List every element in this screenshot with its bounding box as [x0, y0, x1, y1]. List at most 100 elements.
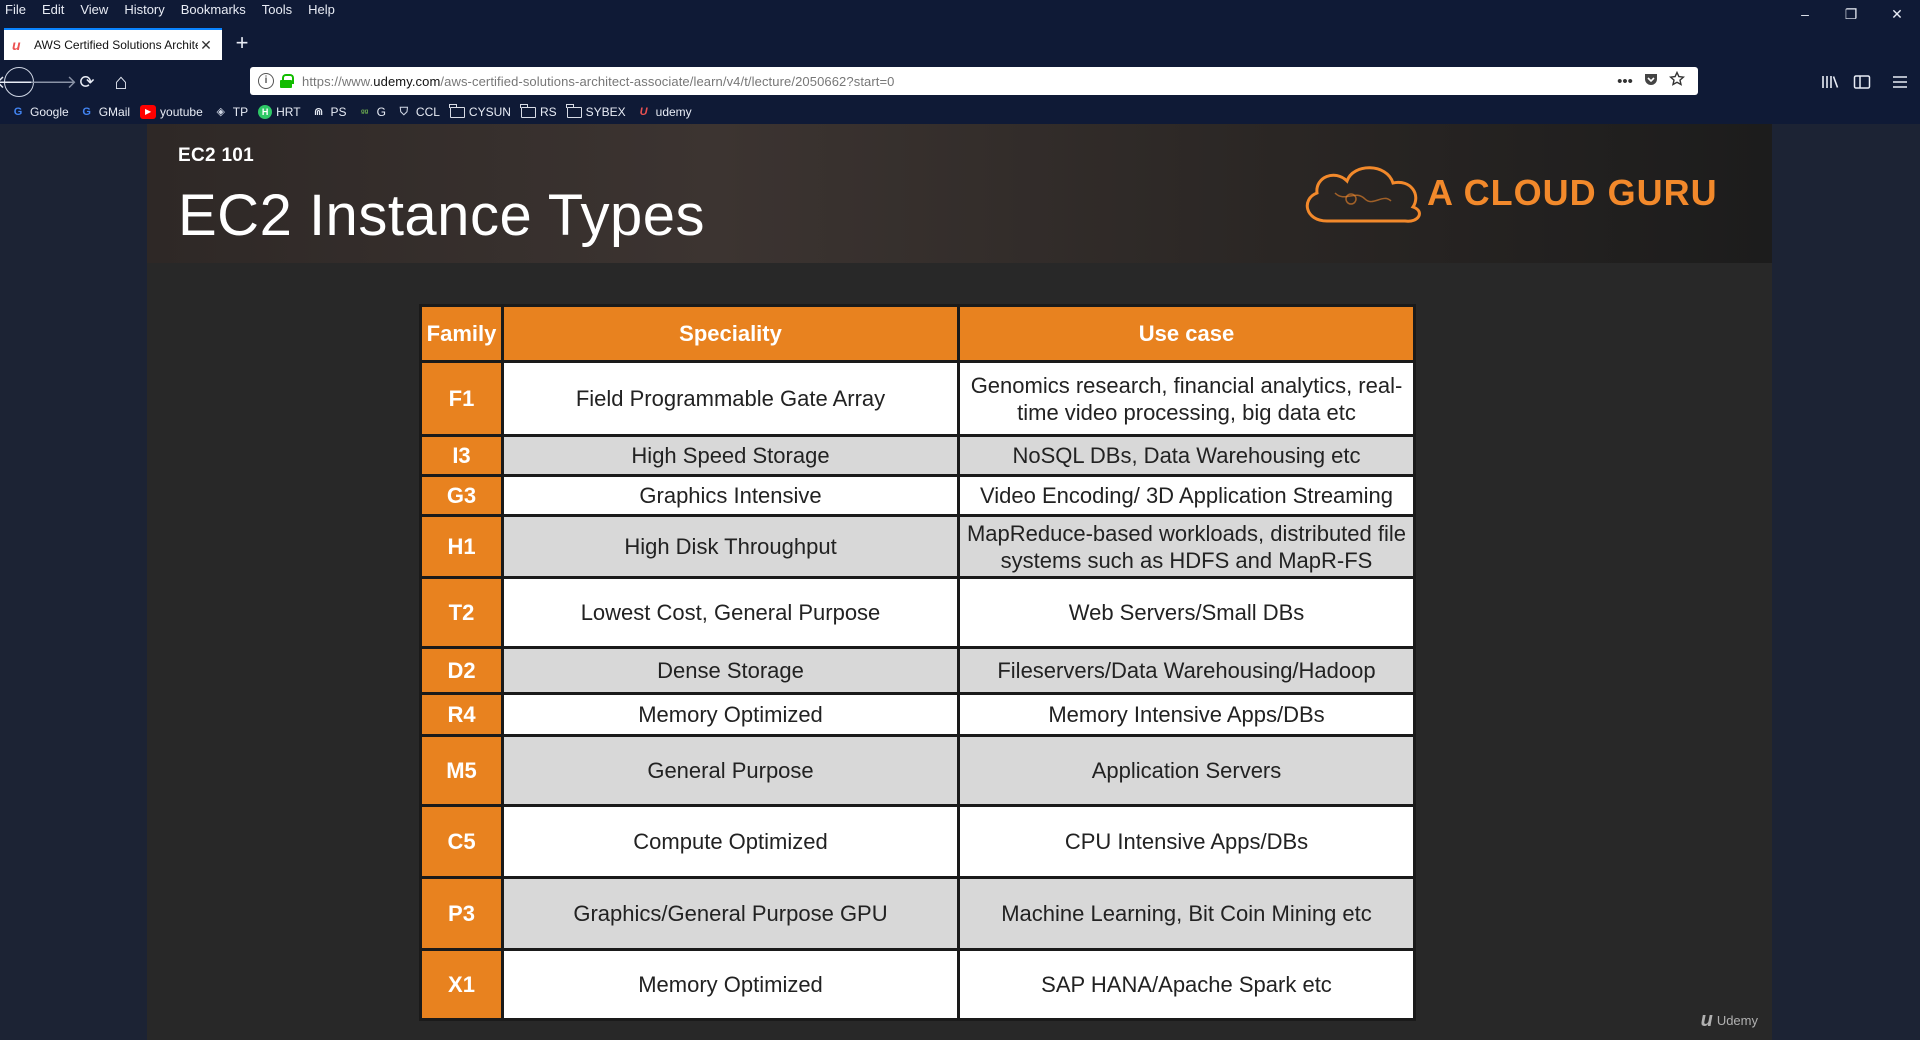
bookmark-star-icon[interactable] [1664, 70, 1690, 91]
url-prefix: https://www. [302, 73, 374, 89]
bookmark-ccl[interactable]: ⛉ CCL [396, 105, 440, 119]
speciality-cell: High Disk Throughput [501, 514, 960, 579]
family-cell: X1 [419, 948, 504, 1021]
folder-icon [449, 103, 465, 118]
google-icon: G [82, 106, 91, 118]
table-row: H1 High Disk Throughput MapReduce-based … [419, 514, 1416, 579]
bookmark-label: TP [232, 105, 249, 119]
use-case-cell: NoSQL DBs, Data Warehousing etc [957, 434, 1416, 477]
bookmark-folder-cysun[interactable]: CYSUN [449, 103, 511, 119]
speciality-cell: Field Programmable Gate Array [501, 360, 960, 437]
table-row: R4 Memory Optimized Memory Intensive App… [419, 692, 1416, 737]
hamburger-menu-icon[interactable] [1884, 67, 1916, 97]
bookmark-google[interactable]: G Google [10, 105, 69, 119]
table-row: I3 High Speed Storage NoSQL DBs, Data Wa… [419, 434, 1416, 477]
ps-icon: ⋒ [313, 106, 324, 118]
menu-history[interactable]: History [116, 0, 172, 20]
speciality-cell: Dense Storage [501, 646, 960, 695]
use-case-cell: Machine Learning, Bit Coin Mining etc [957, 876, 1416, 951]
browser-chrome: File Edit View History Bookmarks Tools H… [0, 0, 1920, 124]
lecture-video[interactable]: EC2 101 EC2 Instance Types A CLOUD GURU … [147, 124, 1772, 1040]
bookmark-label: GMail [98, 105, 131, 119]
column-header-use-case: Use case [957, 304, 1416, 363]
table-header-row: Family Speciality Use case [419, 304, 1416, 363]
reload-button[interactable]: ⟳ [72, 67, 102, 97]
new-tab-button[interactable]: + [228, 30, 256, 58]
menu-view[interactable]: View [72, 0, 116, 20]
bookmark-label: Google [30, 105, 69, 119]
speciality-cell: Graphics Intensive [501, 474, 960, 517]
forward-button[interactable]: 🡒 [29, 67, 77, 97]
navigation-bar: 🡐 🡒 ⟳ ⌂ i https://www.udemy.com/aws-cert… [0, 64, 1920, 100]
minimize-button[interactable]: – [1782, 0, 1828, 28]
info-icon[interactable]: i [258, 73, 274, 89]
reload-icon: ⟳ [79, 71, 95, 92]
speciality-cell: Compute Optimized [501, 804, 960, 879]
close-window-button[interactable]: ✕ [1874, 0, 1920, 28]
bookmark-label: SYBEX [585, 105, 626, 119]
table-row: X1 Memory Optimized SAP HANA/Apache Spar… [419, 948, 1416, 1021]
use-case-cell: Genomics research, financial analytics, … [957, 360, 1416, 437]
udemy-icon: u [1700, 1009, 1713, 1031]
use-case-cell: Application Servers [957, 734, 1416, 807]
bookmark-label: CYSUN [468, 105, 511, 119]
youtube-icon: ▶ [140, 105, 157, 119]
g-icon: ᵍᵍ [361, 107, 369, 117]
bookmark-label: youtube [160, 105, 203, 119]
use-case-cell: Memory Intensive Apps/DBs [957, 692, 1416, 737]
tab-udemy-course[interactable]: u AWS Certified Solutions Archite ✕ [4, 28, 222, 60]
menu-file[interactable]: File [0, 0, 34, 20]
udemy-icon: u [12, 37, 21, 53]
bookmark-gmail[interactable]: G GMail [79, 105, 130, 119]
ccl-icon: ⛉ [399, 106, 409, 118]
bookmark-udemy[interactable]: U udemy [636, 105, 692, 119]
url-host: udemy.com [373, 73, 441, 89]
page-actions-icon[interactable]: ••• [1612, 73, 1638, 90]
family-cell: R4 [419, 692, 504, 737]
forward-arrow-icon: 🡒 [28, 71, 78, 92]
google-icon: G [13, 106, 23, 118]
library-icon[interactable] [1814, 67, 1846, 97]
table-row: T2 Lowest Cost, General Purpose Web Serv… [419, 576, 1416, 649]
slide-header: EC2 101 EC2 Instance Types A CLOUD GURU [147, 124, 1772, 263]
bookmark-label: HRT [276, 105, 301, 119]
restore-button[interactable]: ❐ [1828, 0, 1874, 28]
family-cell: F1 [419, 360, 504, 437]
family-cell: C5 [419, 804, 504, 879]
use-case-cell: Video Encoding/ 3D Application Streaming [957, 474, 1416, 517]
bookmark-label: CCL [415, 105, 440, 119]
table-row: D2 Dense Storage Fileservers/Data Wareho… [419, 646, 1416, 695]
page-viewport: EC2 101 EC2 Instance Types A CLOUD GURU … [0, 124, 1920, 1040]
bookmark-ps[interactable]: ⋒ PS [311, 105, 347, 119]
bookmark-hrt[interactable]: H HRT [258, 105, 301, 119]
speciality-cell: Memory Optimized [501, 692, 960, 737]
bookmark-g[interactable]: ᵍᵍ G [357, 105, 386, 119]
folder-icon [520, 103, 536, 118]
sidebar-icon[interactable] [1846, 67, 1878, 97]
family-cell: D2 [419, 646, 504, 695]
watermark-text: Udemy [1716, 1013, 1758, 1028]
bookmark-tp[interactable]: ◈ TP [213, 105, 249, 119]
udemy-icon: U [639, 106, 648, 118]
url-text[interactable]: https://www.udemy.com/aws-certified-solu… [302, 74, 1612, 89]
menu-edit[interactable]: Edit [34, 0, 72, 20]
home-button[interactable]: ⌂ [106, 67, 136, 97]
use-case-cell: SAP HANA/Apache Spark etc [957, 948, 1416, 1021]
close-tab-icon[interactable]: ✕ [198, 37, 214, 54]
slide-title: EC2 Instance Types [178, 183, 706, 248]
menu-help[interactable]: Help [300, 0, 343, 20]
brand-name: A CLOUD GURU [1427, 172, 1718, 213]
family-cell: H1 [419, 514, 504, 579]
bookmark-folder-sybex[interactable]: SYBEX [566, 103, 626, 119]
menu-tools[interactable]: Tools [254, 0, 300, 20]
tab-strip: u AWS Certified Solutions Archite ✕ + [0, 28, 1920, 60]
bookmark-folder-rs[interactable]: RS [520, 103, 557, 119]
pocket-icon[interactable] [1638, 71, 1664, 91]
bookmark-youtube[interactable]: ▶ youtube [140, 105, 203, 119]
family-cell: T2 [419, 576, 504, 649]
url-bar[interactable]: i https://www.udemy.com/aws-certified-so… [250, 67, 1698, 95]
column-header-speciality: Speciality [501, 304, 960, 363]
menu-bookmarks[interactable]: Bookmarks [173, 0, 254, 20]
lock-icon[interactable] [280, 74, 294, 88]
table-row: C5 Compute Optimized CPU Intensive Apps/… [419, 804, 1416, 879]
